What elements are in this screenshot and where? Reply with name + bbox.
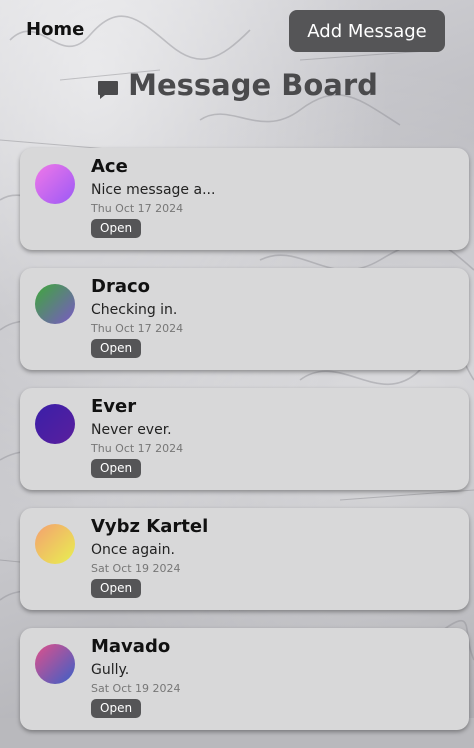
message-card[interactable]: Ever Never ever. Thu Oct 17 2024 Open (20, 388, 469, 490)
open-button[interactable]: Open (91, 339, 142, 358)
message-card[interactable]: Draco Checking in. Thu Oct 17 2024 Open (20, 268, 469, 370)
page-title-text: Message Board (128, 68, 378, 102)
message-author: Mavado (91, 636, 171, 657)
message-card[interactable]: Ace Nice message a... Thu Oct 17 2024 Op… (20, 148, 469, 250)
message-date: Thu Oct 17 2024 (91, 202, 184, 215)
avatar (35, 284, 75, 324)
message-author: Draco (91, 276, 151, 297)
message-date: Sat Oct 19 2024 (91, 562, 181, 575)
top-nav: Home Add Message (0, 0, 474, 64)
message-preview: Never ever. (91, 422, 172, 438)
message-date: Thu Oct 17 2024 (91, 322, 184, 335)
home-link[interactable]: Home (26, 19, 84, 40)
avatar (35, 404, 75, 444)
chat-bubble-icon (96, 75, 120, 99)
open-button[interactable]: Open (91, 219, 142, 238)
message-preview: Gully. (91, 662, 130, 678)
add-message-button[interactable]: Add Message (289, 10, 445, 52)
message-preview: Once again. (91, 542, 175, 558)
message-author: Ever (91, 396, 137, 417)
message-card[interactable]: Mavado Gully. Sat Oct 19 2024 Open (20, 628, 469, 730)
message-preview: Nice message a... (91, 182, 216, 198)
open-button[interactable]: Open (91, 459, 142, 478)
message-list: Ace Nice message a... Thu Oct 17 2024 Op… (20, 148, 469, 748)
avatar (35, 164, 75, 204)
message-preview: Checking in. (91, 302, 178, 318)
avatar (35, 524, 75, 564)
message-date: Sat Oct 19 2024 (91, 682, 181, 695)
page-title: Message Board (0, 68, 474, 102)
avatar (35, 644, 75, 684)
open-button[interactable]: Open (91, 699, 142, 718)
message-date: Thu Oct 17 2024 (91, 442, 184, 455)
message-author: Ace (91, 156, 128, 177)
message-card[interactable]: Vybz Kartel Once again. Sat Oct 19 2024 … (20, 508, 469, 610)
open-button[interactable]: Open (91, 579, 142, 598)
message-author: Vybz Kartel (91, 516, 209, 537)
